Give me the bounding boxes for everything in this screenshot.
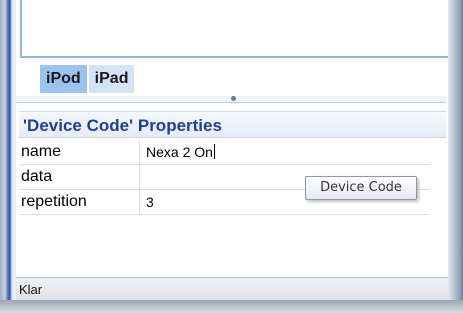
grip-icon bbox=[231, 96, 236, 101]
window-shadow-bottom bbox=[0, 300, 463, 313]
tooltip: Device Code bbox=[305, 176, 417, 200]
property-value-input[interactable]: Nexa 2 On bbox=[140, 140, 215, 164]
property-row-name: name Nexa 2 On bbox=[20, 140, 430, 165]
tab-ipad[interactable]: iPad bbox=[88, 65, 135, 93]
device-tabs: iPod iPad bbox=[40, 65, 136, 93]
property-value-input[interactable] bbox=[140, 165, 146, 189]
tab-ipod[interactable]: iPod bbox=[40, 65, 87, 93]
window-frame-left bbox=[0, 0, 16, 313]
status-bar: Klar bbox=[16, 277, 462, 300]
property-label: name bbox=[20, 140, 140, 164]
property-value-text: Nexa 2 On bbox=[146, 144, 213, 160]
property-value-input[interactable]: 3 bbox=[140, 190, 154, 214]
properties-title: 'Device Code' Properties bbox=[19, 111, 446, 138]
property-label: repetition bbox=[20, 190, 140, 214]
window-frame-right bbox=[448, 0, 463, 300]
splitter-handle[interactable] bbox=[16, 96, 446, 103]
app-window: iPod iPad 'Device Code' Properties name … bbox=[16, 0, 463, 300]
property-label: data bbox=[20, 165, 140, 189]
top-content-panel bbox=[20, 0, 450, 58]
text-caret bbox=[213, 144, 215, 159]
